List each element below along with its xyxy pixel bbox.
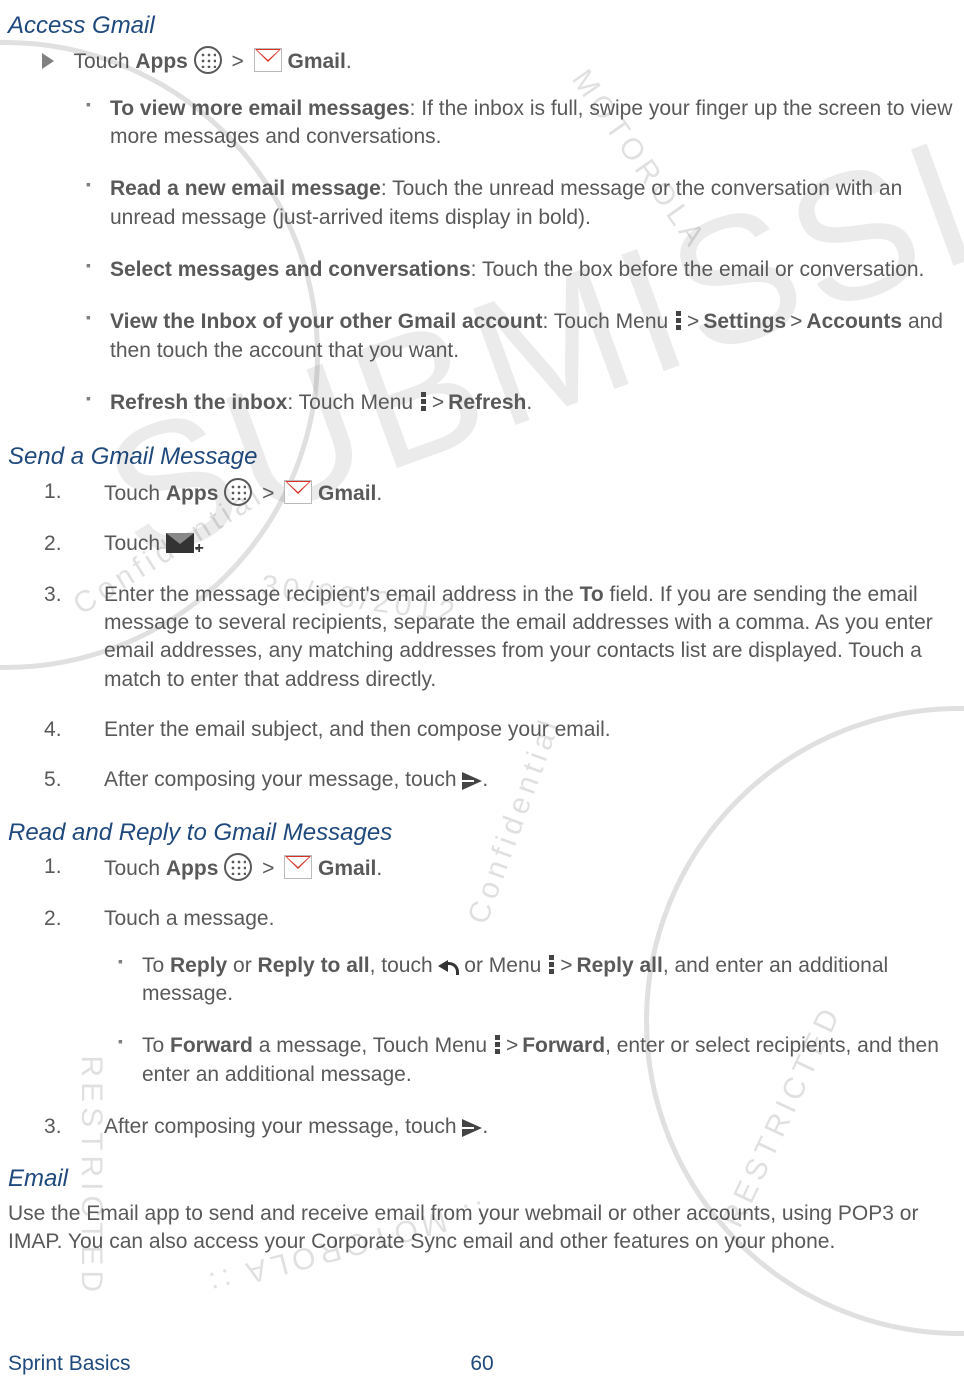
apps-label: Apps [166, 482, 219, 505]
list-item: To view more email messages: If the inbo… [8, 95, 956, 152]
text: After composing your message, touch [104, 768, 462, 791]
heading-access-gmail: Access Gmail [8, 10, 956, 42]
apps-label: Apps [166, 857, 219, 880]
period: . [376, 857, 382, 880]
step-item: After composing your message, touch . [74, 1113, 956, 1141]
text: or [227, 954, 257, 977]
step-item: Enter the email subject, and then compos… [74, 716, 956, 744]
page-number: 60 [8, 1350, 956, 1378]
text: Touch [104, 532, 166, 555]
text: or Menu [458, 954, 547, 977]
menu-icon [495, 1035, 500, 1055]
gmail-icon [284, 855, 312, 879]
list-item: View the Inbox of your other Gmail accou… [8, 308, 956, 365]
breadcrumb-sep: > [428, 391, 448, 414]
menu-icon [676, 311, 681, 331]
item-title: To view more email messages [110, 97, 410, 120]
step-item: After composing your message, touch . [74, 766, 956, 794]
gmail-label: Gmail [318, 482, 376, 505]
step-item: Touch . [74, 530, 956, 558]
item-text: : Touch Menu [287, 391, 419, 414]
period: . [482, 1115, 488, 1138]
text: , touch [370, 954, 439, 977]
apps-icon [194, 46, 222, 74]
item-title: Read a new email message [110, 177, 381, 200]
apps-icon [224, 478, 252, 506]
text: a message, Touch Menu [253, 1034, 493, 1057]
menu-icon [549, 955, 554, 975]
text: Enter the email subject, and then compos… [104, 718, 611, 741]
heading-email: Email [8, 1163, 956, 1195]
settings-label: Settings [703, 310, 786, 333]
list-item: Select messages and conversations: Touch… [8, 256, 956, 284]
read-reply-steps: Touch Apps > Gmail. Touch a message. To … [8, 853, 956, 1141]
list-item: To Reply or Reply to all, touch or Menu … [40, 952, 956, 1009]
reply-all-label: Reply all [576, 954, 662, 977]
page-footer: Sprint Basics 60 [8, 1350, 956, 1378]
list-item: Read a new email message: Touch the unre… [8, 175, 956, 232]
gmail-icon [254, 48, 282, 72]
refresh-label: Refresh [448, 391, 526, 414]
step-item: Enter the message recipient's email addr… [74, 581, 956, 694]
compose-icon [166, 533, 194, 553]
triangle-bullet-icon [42, 53, 54, 69]
send-icon [462, 772, 482, 790]
send-steps: Touch Apps > Gmail. Touch . Enter the me… [8, 478, 956, 795]
instruction-line: Touch Apps > Gmail. [8, 46, 956, 76]
period: . [482, 768, 488, 791]
text: To [142, 954, 170, 977]
period: . [376, 482, 382, 505]
item-text: : Touch Menu [543, 310, 675, 333]
forward-label: Forward [170, 1034, 253, 1057]
breadcrumb-sep: > [683, 310, 703, 333]
text: After composing your message, touch [104, 1115, 462, 1138]
breadcrumb-sep: > [258, 857, 278, 880]
heading-read-reply: Read and Reply to Gmail Messages [8, 817, 956, 849]
breadcrumb-sep: > [502, 1034, 522, 1057]
breadcrumb-sep: > [258, 482, 278, 505]
text: Touch [73, 50, 135, 73]
apps-icon [224, 853, 252, 881]
heading-send-gmail: Send a Gmail Message [8, 441, 956, 473]
item-title: Refresh the inbox [110, 391, 287, 414]
forward-label: Forward [522, 1034, 605, 1057]
gmail-label: Gmail [287, 50, 345, 73]
text: Enter the message recipient's email addr… [104, 583, 580, 606]
period: . [526, 391, 532, 414]
item-title: Select messages and conversations [110, 258, 471, 281]
gmail-label: Gmail [318, 857, 376, 880]
text: To [142, 1034, 170, 1057]
reply-icon [438, 958, 458, 974]
list-item: Refresh the inbox: Touch Menu >Refresh. [8, 389, 956, 417]
step-item: Touch Apps > Gmail. [74, 478, 956, 508]
item-title: View the Inbox of your other Gmail accou… [110, 310, 543, 333]
access-gmail-list: To view more email messages: If the inbo… [8, 95, 956, 418]
sub-bullets: To Reply or Reply to all, touch or Menu … [40, 952, 956, 1089]
to-label: To [580, 583, 604, 606]
step-item: Touch Apps > Gmail. [74, 853, 956, 883]
step-item: Touch a message. To Reply or Reply to al… [74, 905, 956, 1089]
text: Touch [104, 857, 166, 880]
period: . [346, 50, 352, 73]
breadcrumb-sep: > [786, 310, 806, 333]
send-icon [462, 1119, 482, 1137]
menu-icon [421, 392, 426, 412]
item-text: : Touch the box before the email or conv… [471, 258, 925, 281]
text: Touch [104, 482, 166, 505]
apps-label: Apps [135, 50, 188, 73]
reply-label: Reply [170, 954, 227, 977]
text: Touch a message. [104, 907, 274, 930]
email-paragraph: Use the Email app to send and receive em… [8, 1200, 956, 1257]
list-item: To Forward a message, Touch Menu >Forwar… [40, 1032, 956, 1089]
breadcrumb-sep: > [228, 50, 248, 73]
breadcrumb-sep: > [556, 954, 576, 977]
reply-all-label: Reply to all [258, 954, 370, 977]
accounts-label: Accounts [806, 310, 902, 333]
gmail-icon [284, 480, 312, 504]
